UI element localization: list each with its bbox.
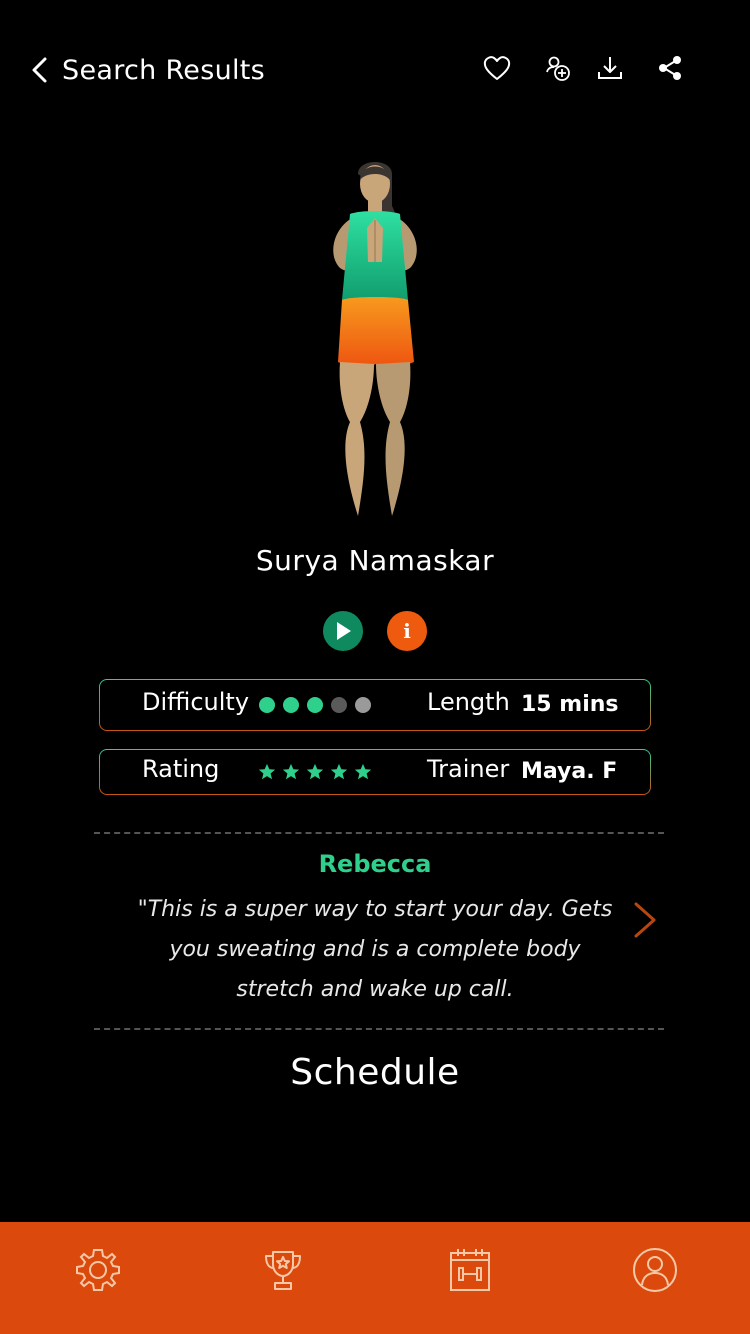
star-icon (282, 763, 300, 780)
download-button[interactable] (592, 50, 628, 86)
add-user-button[interactable] (540, 50, 576, 86)
chevron-right-icon (634, 902, 656, 938)
play-button[interactable] (323, 611, 363, 651)
back-label: Search Results (62, 54, 266, 86)
difficulty-dot-filled (307, 697, 323, 713)
next-review-button[interactable] (628, 898, 662, 942)
difficulty-dot-empty (331, 697, 347, 713)
favorite-button[interactable] (479, 50, 515, 86)
download-icon (598, 57, 622, 79)
difficulty-label: Difficulty (142, 688, 250, 716)
review-text: "This is a super way to start your day. … (137, 897, 613, 1002)
tab-settings[interactable] (74, 1246, 122, 1294)
trophy-icon (265, 1251, 301, 1290)
yoga-pose-illustration (333, 162, 417, 516)
difficulty-dot-empty (355, 697, 371, 713)
chevron-left-icon (32, 57, 47, 83)
back-button[interactable]: Search Results (28, 50, 265, 90)
gear-icon (76, 1249, 120, 1291)
tab-profile[interactable] (631, 1246, 679, 1294)
tab-schedule[interactable] (446, 1246, 494, 1294)
difficulty-dot-filled (259, 697, 275, 713)
workout-title: Surya Namaskar (255, 544, 495, 577)
heart-icon (483, 56, 511, 80)
star-icon (330, 763, 348, 780)
reviewer-name: Rebecca (318, 850, 432, 878)
difficulty-meter (259, 697, 371, 713)
length-value: 15 mins (521, 692, 619, 717)
difficulty-dot-filled (283, 697, 299, 713)
info-button[interactable]: i (387, 611, 427, 651)
divider (94, 832, 664, 834)
profile-icon (633, 1248, 677, 1292)
difficulty-length-panel: Difficulty Length 15 mins (99, 679, 651, 731)
add-user-icon (546, 56, 570, 81)
star-icon (354, 763, 372, 780)
divider (94, 1028, 664, 1030)
calendar-workout-icon (450, 1249, 490, 1291)
info-icon: i (403, 619, 411, 643)
rating-trainer-panel: Rating Trainer Maya. F (99, 749, 651, 795)
length-label: Length (427, 688, 510, 716)
tab-achievements[interactable] (259, 1246, 307, 1294)
star-icon (258, 763, 276, 780)
star-icon (306, 763, 324, 780)
trainer-label: Trainer (427, 755, 510, 783)
rating-stars (258, 763, 372, 781)
trainer-value: Maya. F (521, 759, 618, 784)
schedule-heading: Schedule (290, 1052, 460, 1093)
play-icon (337, 622, 351, 640)
share-icon (659, 56, 681, 80)
rating-label: Rating (142, 755, 220, 783)
share-button[interactable] (652, 50, 688, 86)
